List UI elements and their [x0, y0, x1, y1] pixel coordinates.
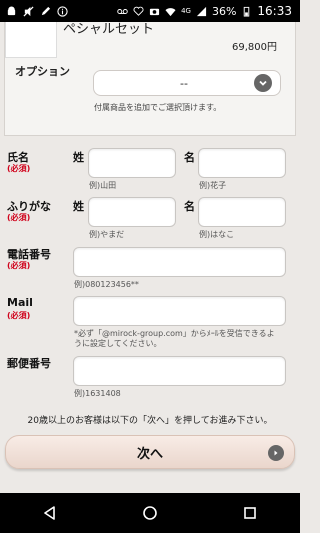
- product-price: 69,800円: [232, 42, 277, 53]
- last-name-input[interactable]: [88, 148, 176, 178]
- last-kana-input[interactable]: [88, 197, 176, 227]
- back-icon: [44, 506, 55, 520]
- phone-hint: 例)080123456**: [74, 280, 139, 289]
- product-card: ペシャルセット 69,800円 オプション -- 付属商品を追加でご選択頂けます…: [4, 22, 296, 136]
- option-note: 付属商品を追加でご選択頂けます。: [94, 103, 222, 112]
- name-required: (必須): [7, 164, 31, 173]
- navigation-bar: [0, 493, 300, 533]
- recents-button[interactable]: [230, 498, 270, 528]
- postal-input[interactable]: [73, 356, 286, 386]
- chevron-down-icon: [254, 74, 272, 92]
- age-notice: 20歳以上のお客様は以下の「次へ」を押してお進み下さい。: [27, 416, 273, 426]
- first-name-input[interactable]: [198, 148, 286, 178]
- next-button[interactable]: 次へ: [5, 435, 295, 469]
- back-button[interactable]: [30, 498, 70, 528]
- mute-icon: [23, 5, 34, 17]
- edit-icon: [41, 6, 51, 15]
- last-kana-hint: 例)やまだ: [89, 230, 125, 239]
- clock: 16:33: [257, 4, 292, 18]
- first-name-hint: 例)花子: [199, 181, 227, 190]
- home-button[interactable]: [130, 498, 170, 528]
- status-bar: 4G 36% 16:33: [0, 0, 300, 22]
- option-label: オプション: [15, 65, 70, 78]
- network-type: 4G: [181, 7, 191, 15]
- product-name: ペシャルセット: [63, 22, 155, 37]
- phone-required: (必須): [7, 261, 31, 270]
- wifi-icon: [165, 7, 176, 16]
- kana-last-sublabel: 姓: [73, 200, 84, 213]
- recents-icon: [244, 507, 256, 519]
- option-select[interactable]: --: [93, 70, 281, 96]
- android-icon: [7, 5, 16, 15]
- mail-hint-line1: *必ず「@mirock-group.com」からﾒｰﾙを受信できるよ: [74, 329, 275, 338]
- next-button-label: 次へ: [136, 446, 163, 462]
- name-first-sublabel: 名: [184, 151, 195, 164]
- last-name-hint: 例)山田: [89, 181, 117, 190]
- first-kana-hint: 例)はなこ: [199, 230, 235, 239]
- mail-input[interactable]: [73, 296, 286, 326]
- battery-icon: [244, 6, 250, 17]
- product-thumbnail: [5, 22, 57, 58]
- mail-hint-line2: うに設定してください。: [74, 339, 162, 348]
- mail-required: (必須): [7, 311, 31, 320]
- first-kana-input[interactable]: [198, 197, 286, 227]
- phone-input[interactable]: [73, 247, 286, 277]
- option-selected-value: --: [180, 76, 188, 90]
- battery-percent: 36%: [211, 4, 237, 18]
- camera-icon: [149, 8, 160, 15]
- voicemail-icon: [117, 8, 128, 14]
- signal-icon: [196, 6, 207, 16]
- mail-label: Mail: [7, 296, 33, 309]
- info-icon: [57, 5, 68, 17]
- heart-icon: [133, 6, 144, 16]
- kana-first-sublabel: 名: [184, 200, 195, 213]
- name-last-sublabel: 姓: [73, 151, 84, 164]
- postal-hint: 例)1631408: [74, 389, 121, 398]
- chevron-right-icon: [268, 445, 284, 461]
- home-icon: [143, 506, 157, 520]
- kana-required: (必須): [7, 213, 31, 222]
- postal-label: 郵便番号: [7, 357, 51, 370]
